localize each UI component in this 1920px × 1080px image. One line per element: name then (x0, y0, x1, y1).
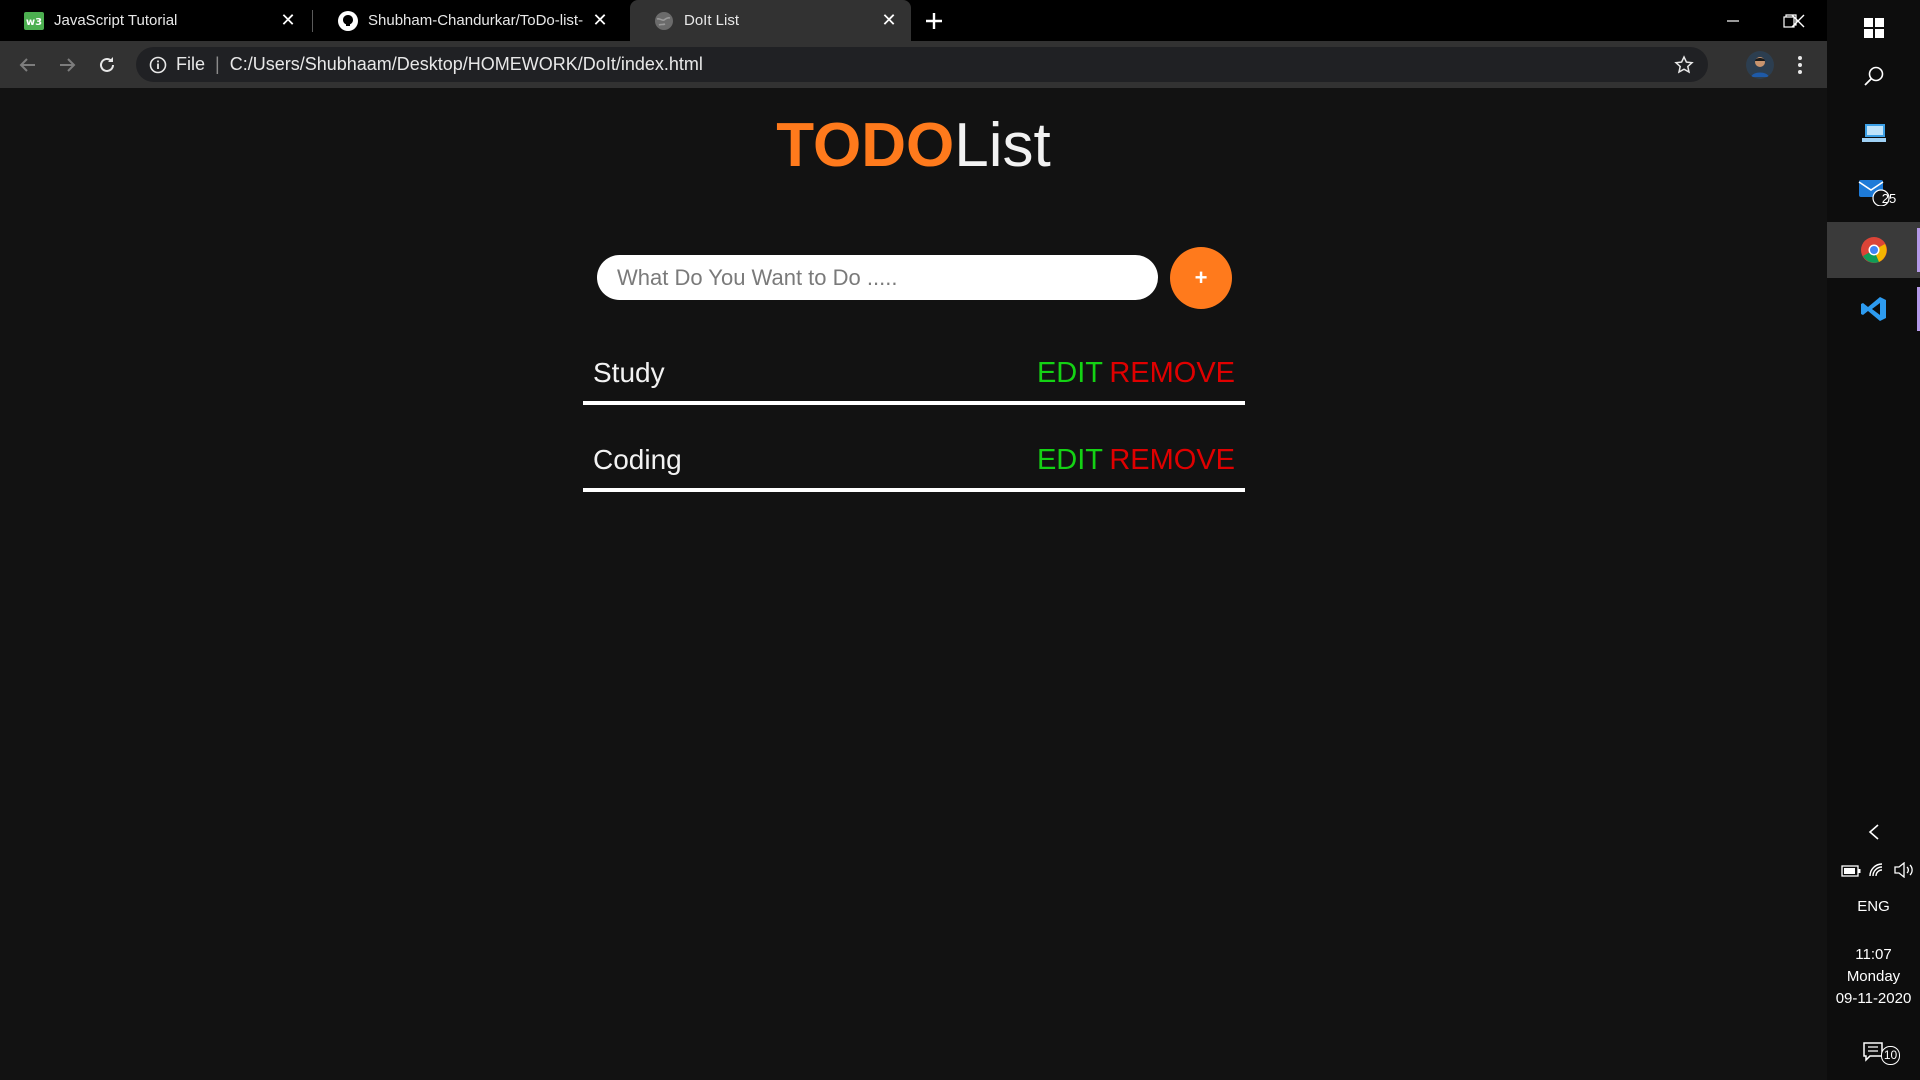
new-tab-button[interactable] (917, 4, 951, 38)
mail-app-button[interactable]: 25 (1827, 162, 1920, 218)
tab-separator (312, 10, 313, 32)
tab-github-todo-list[interactable]: Shubham-Chandurkar/ToDo-list- ✕ (314, 0, 622, 41)
forward-arrow-icon (60, 58, 76, 72)
tab-strip: w3 JavaScript Tutorial ✕ Shubham-Chandur… (0, 0, 1827, 41)
info-icon[interactable] (148, 55, 168, 75)
url-text[interactable]: C:/Users/Shubhaam/Desktop/HOMEWORK/DoIt/… (230, 54, 1670, 75)
title-accent: TODO (776, 111, 955, 180)
add-todo-button[interactable]: + (1170, 247, 1232, 309)
bookmark-star-icon[interactable] (1670, 51, 1698, 79)
close-window-button[interactable] (1769, 0, 1827, 41)
wifi-icon[interactable] (1868, 862, 1886, 883)
windows-taskbar: 25 ENG 11:07 Monday 09-11-2020 10 (1827, 0, 1920, 1080)
globe-icon (654, 11, 674, 31)
system-tray (1827, 860, 1920, 884)
computer-icon (1861, 124, 1886, 142)
vscode-icon (1860, 297, 1886, 321)
reload-icon (100, 57, 114, 72)
tab-javascript-tutorial[interactable]: w3 JavaScript Tutorial ✕ (0, 0, 310, 41)
browser-toolbar: File | C:/Users/Shubhaam/Desktop/HOMEWOR… (0, 41, 1827, 88)
page-content: TODOList + Study EDIT REMOVE Coding EDIT… (0, 88, 1827, 1080)
clock-date[interactable]: 09-11-2020 (1827, 990, 1920, 1007)
search-button[interactable] (1827, 48, 1920, 104)
this-pc-button[interactable] (1827, 106, 1920, 162)
forward-button[interactable] (51, 49, 83, 81)
chrome-app-button[interactable] (1827, 222, 1920, 278)
close-tab-icon[interactable]: ✕ (274, 7, 302, 35)
show-hidden-icons-button[interactable] (1827, 812, 1920, 852)
plus-icon (926, 13, 942, 29)
title-rest: List (954, 111, 1051, 180)
minimize-button[interactable] (1704, 0, 1762, 41)
profile-avatar[interactable] (1746, 51, 1774, 79)
browser-window: w3 JavaScript Tutorial ✕ Shubham-Chandur… (0, 0, 1827, 1080)
mail-badge: 25 (1881, 191, 1897, 206)
url-divider: | (215, 54, 220, 74)
action-center-button[interactable]: 10 (1827, 1030, 1920, 1074)
remove-button[interactable]: REMOVE (1109, 444, 1235, 477)
back-button[interactable] (12, 49, 44, 81)
github-icon (338, 10, 358, 31)
todo-item: Coding EDIT REMOVE (583, 430, 1245, 492)
clock-day[interactable]: Monday (1827, 968, 1920, 985)
kebab-menu-icon (1798, 56, 1802, 74)
back-arrow-icon (19, 58, 35, 72)
todo-input[interactable] (597, 255, 1158, 300)
todo-text: Study (593, 357, 665, 388)
todo-text: Coding (593, 444, 682, 475)
tab-label: Shubham-Chandurkar/ToDo-list- (368, 12, 584, 29)
clock-time[interactable]: 11:07 (1827, 946, 1920, 963)
edit-button[interactable]: EDIT (1037, 357, 1103, 390)
svg-text:w3: w3 (26, 17, 42, 28)
language-indicator[interactable]: ENG (1827, 898, 1920, 915)
windows-logo-icon (1863, 18, 1884, 38)
browser-menu-button[interactable] (1785, 49, 1815, 81)
close-tab-icon[interactable]: ✕ (875, 7, 903, 35)
url-scheme: File (176, 54, 206, 74)
battery-icon[interactable] (1841, 864, 1861, 882)
remove-button[interactable]: REMOVE (1109, 357, 1235, 390)
reload-button[interactable] (91, 49, 123, 81)
chrome-icon (1860, 237, 1887, 263)
close-tab-icon[interactable]: ✕ (586, 7, 614, 35)
edit-button[interactable]: EDIT (1037, 444, 1103, 477)
address-bar[interactable]: File | C:/Users/Shubhaam/Desktop/HOMEWOR… (136, 47, 1708, 82)
chevron-left-icon (1868, 824, 1879, 840)
volume-icon[interactable] (1893, 861, 1915, 883)
tab-doit-list[interactable]: DoIt List ✕ (630, 0, 911, 41)
minimize-icon (1727, 19, 1739, 22)
tab-label: JavaScript Tutorial (54, 12, 178, 29)
search-icon (1863, 66, 1883, 86)
close-icon (1791, 14, 1805, 27)
tab-label: DoIt List (684, 12, 740, 29)
todo-item: Study EDIT REMOVE (583, 343, 1245, 405)
w3schools-icon: w3 (24, 11, 44, 31)
vscode-app-button[interactable] (1827, 281, 1920, 337)
notification-badge: 10 (1881, 1046, 1900, 1065)
app-title: TODOList (0, 110, 1827, 182)
